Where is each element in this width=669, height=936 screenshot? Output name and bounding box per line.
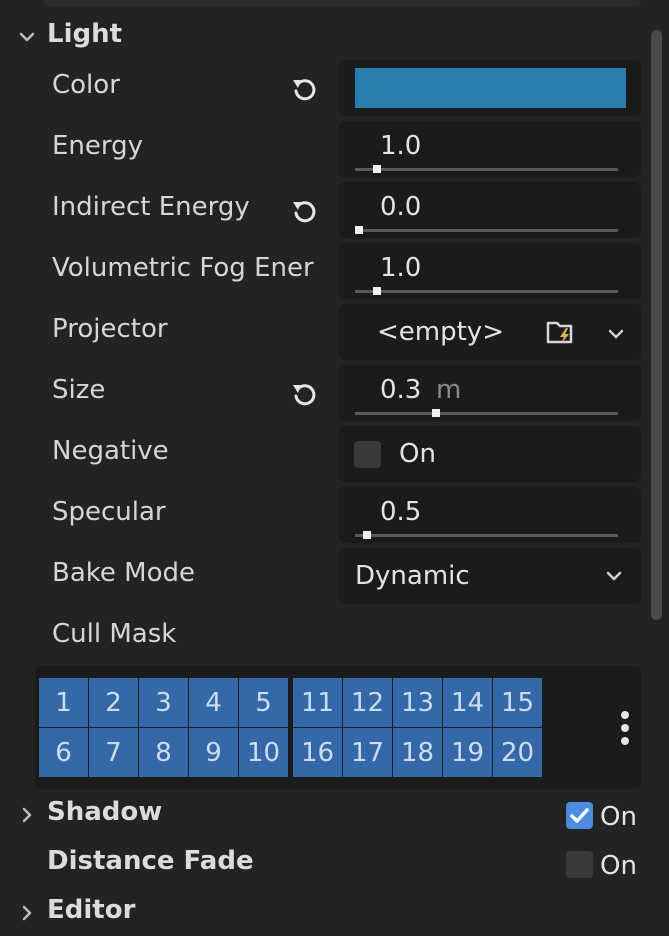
indirect-energy-label: Indirect Energy (52, 192, 250, 222)
projector-label: Projector (52, 314, 168, 344)
color-field[interactable] (339, 60, 641, 116)
volumetric-fog-energy-track[interactable] (355, 287, 618, 295)
chevron-down-icon[interactable] (18, 28, 36, 46)
negative-field[interactable]: On (339, 426, 641, 482)
specular-slider[interactable]: 0.5 (339, 487, 641, 543)
negative-label: Negative (52, 436, 169, 466)
specular-knob[interactable] (363, 531, 371, 539)
size-unit: m (436, 375, 462, 405)
size-knob[interactable] (432, 409, 440, 417)
shadow-checkbox[interactable] (566, 802, 593, 829)
cull-mask-layer-17[interactable]: 17 (343, 728, 392, 777)
shadow-checkbox-label[interactable]: On (600, 802, 637, 832)
bake-mode-value[interactable]: Dynamic (355, 561, 470, 591)
cull-mask-layer-4[interactable]: 4 (189, 678, 238, 727)
specular-label: Specular (52, 497, 166, 527)
volumetric-fog-energy-knob[interactable] (373, 287, 381, 295)
cull-mask-layer-9[interactable]: 9 (189, 728, 238, 777)
cull-mask-layer-15[interactable]: 15 (493, 678, 542, 727)
cull-mask-layer-11[interactable]: 11 (293, 678, 342, 727)
vertical-dots-icon[interactable] (619, 710, 631, 746)
section-light-title[interactable]: Light (47, 19, 122, 49)
cull-mask-layer-10[interactable]: 10 (239, 728, 288, 777)
size-value[interactable]: 0.3 (380, 375, 421, 405)
cull-mask-layer-5[interactable]: 5 (239, 678, 288, 727)
indirect-energy-knob[interactable] (355, 226, 363, 234)
color-swatch[interactable] (355, 68, 626, 108)
cull-mask-layer-8[interactable]: 8 (139, 728, 188, 777)
volumetric-fog-energy-label: Volumetric Fog Ener (52, 253, 314, 283)
negative-checkbox-label[interactable]: On (399, 439, 436, 469)
energy-slider[interactable]: 1.0 (339, 121, 641, 177)
indirect-energy-value[interactable]: 0.0 (380, 192, 421, 222)
chevron-down-icon[interactable] (605, 567, 623, 585)
previous-section-edge (43, 0, 641, 7)
cull-mask-layer-14[interactable]: 14 (443, 678, 492, 727)
size-slider[interactable]: 0.3 m (339, 365, 641, 421)
specular-track[interactable] (355, 531, 618, 539)
color-label: Color (52, 70, 120, 100)
folder-load-icon[interactable] (545, 318, 577, 346)
cull-mask-layer-19[interactable]: 19 (443, 728, 492, 777)
energy-value[interactable]: 1.0 (380, 131, 421, 161)
distance-fade-checkbox[interactable] (566, 851, 593, 878)
cull-mask-label: Cull Mask (52, 619, 177, 649)
volumetric-fog-energy-slider[interactable]: 1.0 (339, 243, 641, 299)
energy-track[interactable] (355, 165, 618, 173)
indirect-energy-track[interactable] (355, 226, 618, 234)
energy-knob[interactable] (373, 165, 381, 173)
cull-mask-layer-6[interactable]: 6 (39, 728, 88, 777)
indirect-energy-slider[interactable]: 0.0 (339, 182, 641, 238)
reset-color-icon[interactable] (290, 75, 320, 105)
chevron-down-icon[interactable] (607, 325, 625, 343)
reset-indirect-energy-icon[interactable] (290, 197, 320, 227)
cull-mask-layer-20[interactable]: 20 (493, 728, 542, 777)
size-label: Size (52, 375, 106, 405)
distance-fade-checkbox-label[interactable]: On (600, 851, 637, 881)
chevron-right-icon[interactable] (18, 806, 36, 824)
scrollbar[interactable] (651, 30, 662, 620)
projector-value[interactable]: <empty> (377, 317, 504, 347)
negative-checkbox[interactable] (354, 441, 381, 468)
cull-mask-grid[interactable]: 1 2 3 4 5 11 12 13 14 15 6 7 8 9 10 16 17 18 19 20 (35, 666, 641, 789)
section-distance-fade-title[interactable]: Distance Fade (47, 846, 254, 876)
volumetric-fog-energy-value[interactable]: 1.0 (380, 253, 421, 283)
reset-size-icon[interactable] (290, 380, 320, 410)
size-track[interactable] (355, 409, 618, 417)
specular-value[interactable]: 0.5 (380, 497, 421, 527)
section-shadow-title[interactable]: Shadow (47, 797, 162, 827)
projector-field[interactable]: <empty> (339, 304, 641, 360)
cull-mask-layer-7[interactable]: 7 (89, 728, 138, 777)
cull-mask-layer-3[interactable]: 3 (139, 678, 188, 727)
cull-mask-layer-12[interactable]: 12 (343, 678, 392, 727)
cull-mask-layer-13[interactable]: 13 (393, 678, 442, 727)
cull-mask-layer-18[interactable]: 18 (393, 728, 442, 777)
chevron-right-icon[interactable] (18, 904, 36, 922)
cull-mask-layer-1[interactable]: 1 (39, 678, 88, 727)
section-editor-title[interactable]: Editor (47, 895, 135, 925)
energy-label: Energy (52, 131, 144, 161)
cull-mask-layer-16[interactable]: 16 (293, 728, 342, 777)
cull-mask-layer-2[interactable]: 2 (89, 678, 138, 727)
bake-mode-label: Bake Mode (52, 558, 195, 588)
bake-mode-dropdown[interactable]: Dynamic (339, 548, 641, 604)
